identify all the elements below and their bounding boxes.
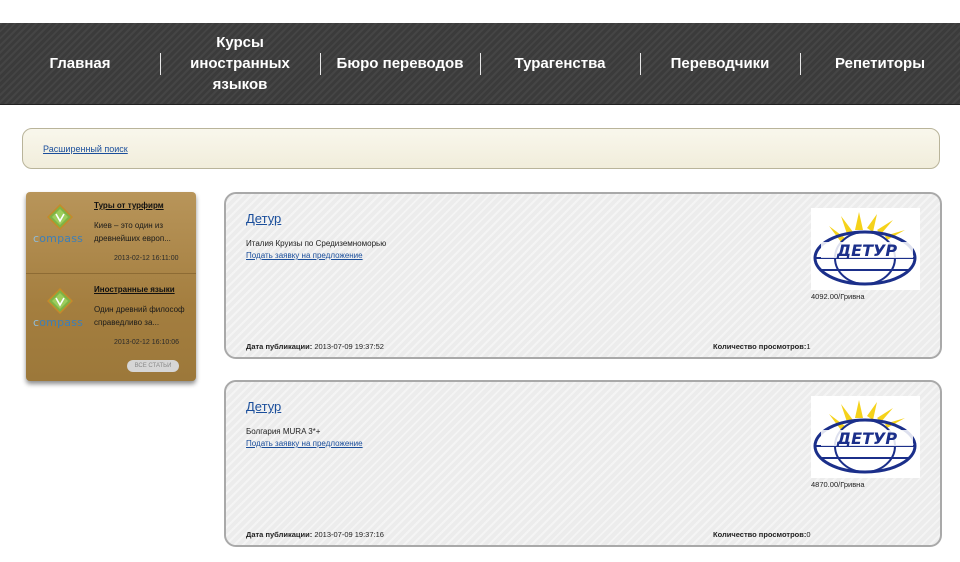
view-count-label: Количество просмотров: [713,342,807,351]
view-count-value: 1 [806,342,811,351]
offer-title-link[interactable]: Детур [246,399,281,414]
all-articles-button[interactable]: ВСЕ СТАТЬИ [127,360,179,372]
detour-logo-icon: ДЕТУР [813,212,917,286]
nav-item-travel-agencies[interactable]: Турагенства [480,23,640,105]
advanced-search-link[interactable]: Расширенный поиск [43,144,128,154]
offer-title-link[interactable]: Детур [246,211,281,226]
detour-logo-image[interactable]: ДЕТУР [811,396,920,478]
sidebar-article-excerpt: Один древний философ справедливо за... [94,305,185,327]
compass-logo-text: compass [33,232,84,245]
view-count: Количество просмотров:1 [713,342,811,351]
view-count-value: 0 [806,530,811,539]
nav-item-translation-bureaus[interactable]: Бюро переводов [320,23,480,105]
submit-request-link[interactable]: Подать заявку на предложение [246,439,363,448]
nav-item-tutors[interactable]: Репетиторы [800,23,960,105]
publication-date-label: Дата публикации: [246,530,313,539]
view-count: Количество просмотров:0 [713,530,811,539]
publication-date-value: 2013-07-09 19:37:52 [314,342,384,351]
compass-logo: compass [31,204,87,254]
publication-date-value: 2013-07-09 19:37:16 [314,530,384,539]
compass-gem-icon [47,204,73,230]
offer-card: Детур Болгария MURA 3*+ Подать заявку на… [224,380,942,547]
compass-gem-icon [47,288,73,314]
publication-date: Дата публикации: 2013-07-09 19:37:52 [246,342,384,351]
main-navigation: Главная Курсы иностранных языков Бюро пе… [0,23,960,105]
sidebar-article-date: 2013-02-12 16:11:00 [114,255,179,262]
nav-item-translators[interactable]: Переводчики [640,23,800,105]
nav-item-label: Бюро переводов [336,55,464,72]
offer-price: 4092.00/Гривна [811,292,865,301]
nav-item-label: Главная [49,55,111,72]
offer-description: Болгария MURA 3*+ [246,427,321,436]
sidebar-article-title[interactable]: Иностранные языки [94,285,175,294]
sidebar-article: compass Иностранные языки Один древний ф… [26,276,196,358]
publication-date: Дата публикации: 2013-07-09 19:37:16 [246,530,384,539]
search-panel: Расширенный поиск [22,128,940,169]
articles-sidebar: compass Туры от турфирм Киев – это один … [26,192,196,381]
offer-description: Италия Круизы по Средиземноморью [246,239,387,248]
offer-price: 4870.00/Гривна [811,480,865,489]
compass-logo-text: compass [33,316,84,329]
detour-logo-icon: ДЕТУР [813,400,917,474]
nav-item-label: Курсы иностранных языков [190,34,290,93]
offer-card: Детур Италия Круизы по Средиземноморью П… [224,192,942,359]
nav-item-label: Репетиторы [834,55,926,72]
detour-logo-text: ДЕТУР [836,429,897,448]
sidebar-article: compass Туры от турфирм Киев – это один … [26,192,196,274]
sidebar-article-title[interactable]: Туры от турфирм [94,201,164,210]
detour-logo-text: ДЕТУР [836,241,897,260]
publication-date-label: Дата публикации: [246,342,313,351]
nav-item-home[interactable]: Главная [0,23,160,105]
sidebar-article-date: 2013-02-12 16:10:06 [114,339,179,346]
nav-item-label: Турагенства [514,55,606,72]
detour-logo-image[interactable]: ДЕТУР [811,208,920,290]
compass-logo: compass [31,288,87,338]
sidebar-article-excerpt: Киев – это один из древнейших европ... [94,221,171,243]
nav-item-language-courses[interactable]: Курсы иностранных языков [160,23,320,105]
submit-request-link[interactable]: Подать заявку на предложение [246,251,363,260]
nav-item-label: Переводчики [670,55,770,72]
view-count-label: Количество просмотров: [713,530,807,539]
